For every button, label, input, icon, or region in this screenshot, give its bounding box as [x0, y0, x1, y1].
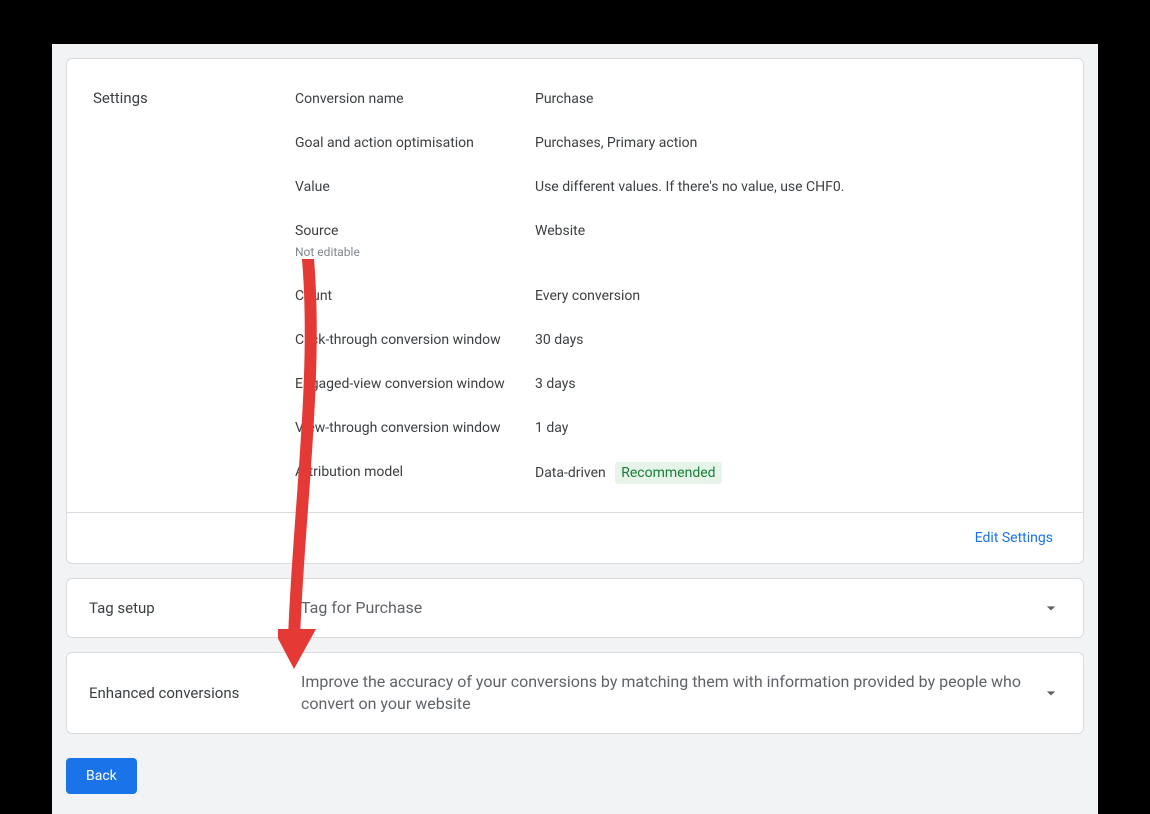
chevron-down-icon[interactable] — [1041, 683, 1061, 703]
value-view-window: 1 day — [535, 418, 568, 438]
value-attribution-text: Data-driven — [535, 465, 606, 481]
label-source: Source Not editable — [295, 221, 535, 262]
row-count: Count Every conversion — [295, 286, 1057, 306]
label-conversion-name: Conversion name — [295, 89, 535, 109]
value-count: Every conversion — [535, 286, 640, 306]
row-conversion-name: Conversion name Purchase — [295, 89, 1057, 109]
row-source: Source Not editable Website — [295, 221, 1057, 262]
label-value: Value — [295, 177, 535, 197]
row-value: Value Use different values. If there's n… — [295, 177, 1057, 197]
edit-settings-link[interactable]: Edit Settings — [975, 530, 1053, 546]
row-goal: Goal and action optimisation Purchases, … — [295, 133, 1057, 153]
page-container: Settings Conversion name Purchase Goal a… — [52, 44, 1098, 814]
enhanced-desc: Improve the accuracy of your conversions… — [301, 671, 1041, 715]
settings-table: Conversion name Purchase Goal and action… — [295, 89, 1057, 484]
chevron-down-icon[interactable] — [1041, 598, 1061, 618]
tag-setup-title: Tag setup — [89, 599, 301, 617]
label-source-text: Source — [295, 223, 338, 239]
label-engaged-window: Engaged-view conversion window — [295, 374, 535, 394]
value-value: Use different values. If there's no valu… — [535, 177, 844, 197]
recommended-badge: Recommended — [615, 462, 721, 484]
settings-footer: Edit Settings — [67, 512, 1083, 563]
enhanced-conversions-card[interactable]: Enhanced conversions Improve the accurac… — [66, 652, 1084, 734]
tag-setup-card[interactable]: Tag setup Tag for Purchase — [66, 578, 1084, 638]
label-goal: Goal and action optimisation — [295, 133, 535, 153]
label-attribution: Attribution model — [295, 462, 535, 482]
row-engaged-window: Engaged-view conversion window 3 days — [295, 374, 1057, 394]
value-conversion-name: Purchase — [535, 89, 593, 109]
label-count: Count — [295, 286, 535, 306]
enhanced-title: Enhanced conversions — [89, 684, 301, 702]
label-click-window: Click-through conversion window — [295, 330, 535, 350]
tag-setup-desc: Tag for Purchase — [301, 597, 1041, 619]
settings-heading: Settings — [93, 89, 148, 107]
row-view-window: View-through conversion window 1 day — [295, 418, 1057, 438]
label-view-window: View-through conversion window — [295, 418, 535, 438]
settings-card: Settings Conversion name Purchase Goal a… — [66, 58, 1084, 564]
row-click-window: Click-through conversion window 30 days — [295, 330, 1057, 350]
value-attribution: Data-driven Recommended — [535, 462, 722, 484]
value-click-window: 30 days — [535, 330, 583, 350]
label-source-sub: Not editable — [295, 242, 535, 262]
value-goal: Purchases, Primary action — [535, 133, 697, 153]
value-engaged-window: 3 days — [535, 374, 576, 394]
row-attribution: Attribution model Data-driven Recommende… — [295, 462, 1057, 484]
value-source: Website — [535, 221, 585, 241]
back-button[interactable]: Back — [66, 758, 137, 794]
